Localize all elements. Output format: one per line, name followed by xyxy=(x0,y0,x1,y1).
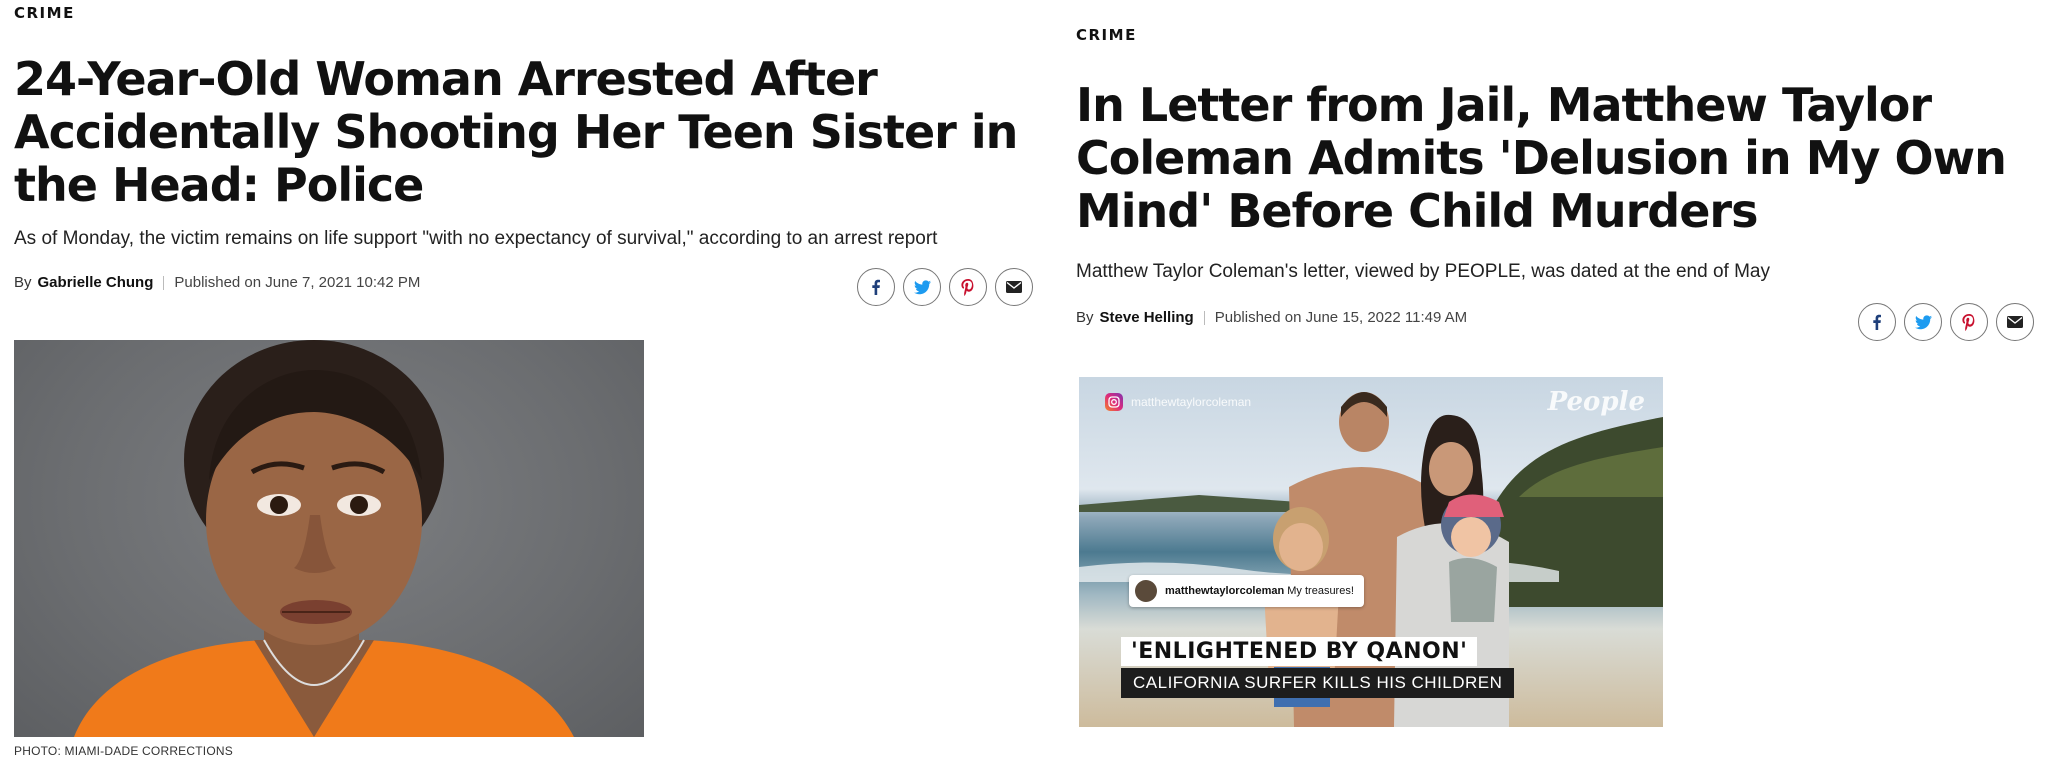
pinterest-share-button[interactable] xyxy=(1950,303,1988,341)
byline-divider xyxy=(163,275,165,290)
video-player[interactable]: matthewtaylorcoleman People matthewtaylo… xyxy=(1079,377,1663,727)
pinterest-icon xyxy=(961,278,974,296)
twitter-icon xyxy=(1914,314,1932,329)
mugshot-photo xyxy=(14,340,644,737)
headline: In Letter from Jail, Matthew Taylor Cole… xyxy=(1076,78,2007,238)
pinterest-icon xyxy=(1962,313,1975,331)
facebook-icon xyxy=(872,279,880,295)
twitter-share-button[interactable] xyxy=(903,268,941,306)
subheadline: As of Monday, the victim remains on life… xyxy=(14,228,938,249)
video-chyron-title: 'ENLIGHTENED BY QANON' xyxy=(1121,637,1478,666)
facebook-icon xyxy=(1873,314,1881,330)
instagram-icon xyxy=(1105,393,1123,411)
author-link[interactable]: Gabrielle Chung xyxy=(38,274,154,291)
author-link[interactable]: Steve Helling xyxy=(1100,309,1194,326)
comment-text: My treasures! xyxy=(1287,585,1354,597)
byline-prefix: By xyxy=(14,274,32,291)
byline-divider xyxy=(1203,310,1205,325)
facebook-share-button[interactable] xyxy=(1858,303,1896,341)
subheadline: Matthew Taylor Coleman's letter, viewed … xyxy=(1076,261,1770,282)
twitter-share-button[interactable] xyxy=(1904,303,1942,341)
email-share-button[interactable] xyxy=(995,268,1033,306)
share-bar-left xyxy=(857,268,1033,306)
photo-caption: PHOTO: MIAMI-DADE CORRECTIONS xyxy=(14,744,233,758)
mugshot-illustration xyxy=(74,340,574,737)
pinterest-share-button[interactable] xyxy=(949,268,987,306)
byline: By Steve Helling Published on June 15, 2… xyxy=(1076,309,1467,326)
facebook-share-button[interactable] xyxy=(857,268,895,306)
instagram-handle: matthewtaylorcoleman xyxy=(1105,393,1251,411)
instagram-username: matthewtaylorcoleman xyxy=(1131,395,1252,409)
instagram-comment-bubble: matthewtaylorcoleman My treasures! xyxy=(1129,575,1364,607)
category-label[interactable]: CRIME xyxy=(1076,26,1137,44)
email-icon xyxy=(2007,316,2023,328)
video-chyron-subtitle: CALIFORNIA SURFER KILLS HIS CHILDREN xyxy=(1121,668,1515,698)
avatar xyxy=(1135,580,1157,602)
publish-date: Published on June 15, 2022 11:49 AM xyxy=(1214,309,1468,326)
comment-username: matthewtaylorcoleman xyxy=(1165,585,1285,597)
share-bar-right xyxy=(1858,303,2034,341)
twitter-icon xyxy=(913,279,931,294)
publish-date: Published on June 7, 2021 10:42 PM xyxy=(174,274,421,291)
email-share-button[interactable] xyxy=(1996,303,2034,341)
email-icon xyxy=(1006,281,1022,293)
byline-prefix: By xyxy=(1076,309,1094,326)
category-label[interactable]: CRIME xyxy=(14,4,75,22)
byline: By Gabrielle Chung Published on June 7, … xyxy=(14,274,420,291)
headline: 24-Year-Old Woman Arrested After Acciden… xyxy=(14,52,1018,212)
people-watermark-logo: People xyxy=(1547,387,1645,417)
